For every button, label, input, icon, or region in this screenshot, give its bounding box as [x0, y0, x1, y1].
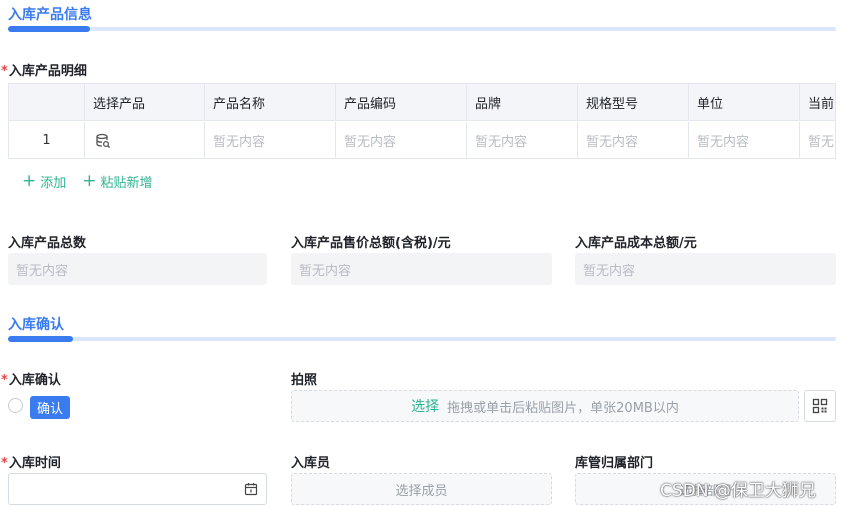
- product-detail-table: 选择产品 产品名称 产品编码 品牌 规格型号 单位 当前 1 暂无内容 暂无内容…: [8, 83, 836, 159]
- product-detail-label: *入库产品明细: [1, 60, 87, 79]
- photo-upload-area[interactable]: 选择 拖拽或单击后粘贴图片，单张20MB以内: [291, 390, 799, 422]
- total-count-field: 暂无内容: [8, 253, 267, 285]
- paste-add-button[interactable]: + 粘贴新增: [82, 171, 153, 192]
- brand-cell: 暂无内容: [467, 122, 578, 158]
- qr-code-icon: [812, 398, 828, 414]
- column-header-spec-model: 规格型号: [578, 84, 689, 120]
- column-header-select-product: 选择产品: [85, 84, 205, 120]
- required-mark: *: [1, 64, 8, 79]
- total-count-label: 入库产品总数: [8, 236, 87, 251]
- cost-total-label: 入库产品成本总额/元: [575, 236, 697, 251]
- select-product-cell[interactable]: [85, 122, 205, 158]
- confirm-label: *入库确认: [1, 369, 61, 388]
- plus-icon: +: [22, 171, 37, 191]
- table-row: 1 暂无内容 暂无内容 暂无内容 暂无内容 暂无内容 暂无: [9, 122, 835, 158]
- table-header-row: 选择产品 产品名称 产品编码 品牌 规格型号 单位 当前: [9, 84, 835, 121]
- upload-select-link[interactable]: 选择: [411, 396, 439, 416]
- sale-total-field: 暂无内容: [291, 253, 552, 285]
- section-header-product-info: 入库产品信息: [0, 0, 836, 34]
- plus-icon: +: [82, 171, 97, 191]
- inbound-time-input[interactable]: [8, 473, 267, 505]
- required-mark: *: [1, 373, 8, 388]
- section-divider: [8, 337, 836, 341]
- section-header-confirm: 入库确认: [0, 310, 836, 344]
- product-name-cell: 暂无内容: [205, 122, 336, 158]
- add-button[interactable]: + 添加: [22, 171, 67, 192]
- spec-model-cell: 暂无内容: [578, 122, 689, 158]
- current-cell: 暂无: [808, 135, 835, 150]
- unit-cell: 暂无内容: [689, 122, 800, 158]
- table-actions: + 添加 + 粘贴新增: [22, 171, 153, 192]
- section-title: 入库产品信息: [8, 7, 92, 23]
- watermark: CSDN @保卫大狮兄: [660, 481, 816, 501]
- column-header-current: 当前: [808, 96, 835, 112]
- add-button-label: 添加: [40, 176, 67, 191]
- product-detail-label-text: 入库产品明细: [8, 64, 87, 79]
- qr-code-button[interactable]: [804, 390, 836, 422]
- section-divider-accent: [8, 336, 73, 342]
- column-header-product-name: 产品名称: [205, 84, 336, 120]
- calendar-icon[interactable]: [244, 482, 258, 496]
- inbound-time-label: *入库时间: [1, 452, 61, 471]
- product-code-cell: 暂无内容: [336, 122, 467, 158]
- paste-add-button-label: 粘贴新增: [100, 176, 153, 191]
- column-header-brand: 品牌: [467, 84, 578, 120]
- inbound-time-label-text: 入库时间: [8, 456, 61, 471]
- photo-label: 拍照: [291, 373, 318, 388]
- select-member-field[interactable]: 选择成员: [291, 473, 552, 505]
- required-mark: *: [1, 456, 8, 471]
- section-title: 入库确认: [8, 317, 64, 333]
- warehouse-dept-label: 库管归属部门: [575, 456, 654, 471]
- confirm-label-text: 入库确认: [8, 373, 61, 388]
- row-index: 1: [9, 122, 85, 158]
- upload-hint: 拖拽或单击后粘贴图片，单张20MB以内: [447, 400, 679, 416]
- column-header-unit: 单位: [689, 84, 800, 120]
- confirm-button[interactable]: 确认: [30, 396, 71, 419]
- section-divider-accent: [8, 26, 90, 32]
- section-divider: [8, 27, 836, 31]
- cost-total-field: 暂无内容: [575, 253, 836, 285]
- sale-total-label: 入库产品售价总额(含税)/元: [291, 236, 451, 251]
- column-header-index: [9, 84, 85, 120]
- inbound-member-label: 入库员: [291, 456, 331, 471]
- column-header-product-code: 产品编码: [336, 84, 467, 120]
- database-search-icon[interactable]: [95, 133, 111, 149]
- confirm-radio[interactable]: [8, 398, 23, 413]
